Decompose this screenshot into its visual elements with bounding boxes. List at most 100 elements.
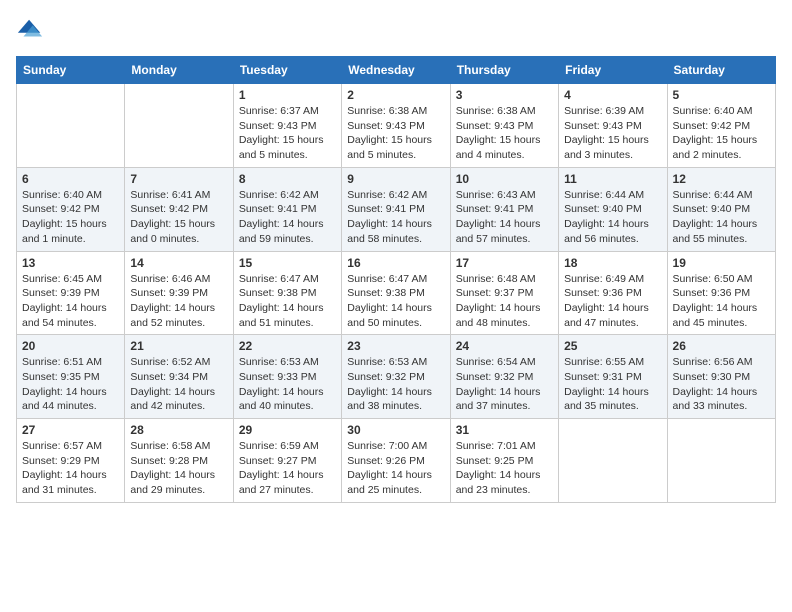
day-info: Sunrise: 6:40 AMSunset: 9:42 PMDaylight:… [673,104,770,163]
calendar-cell: 15Sunrise: 6:47 AMSunset: 9:38 PMDayligh… [233,251,341,335]
day-number: 24 [456,339,553,353]
calendar-cell: 21 Sunrise: 6:52 AMSunset: 9:34 PMDayligh… [125,335,233,419]
calendar-cell [125,84,233,168]
calendar-cell: 12 Sunrise: 6:44 AMSunset: 9:40 PMDayligh… [667,167,775,251]
day-number: 27 [22,423,119,437]
calendar-cell: 14Sunrise: 6:46 AMSunset: 9:39 PMDayligh… [125,251,233,335]
day-number: 4 [564,88,661,102]
day-info: Sunrise: 6:51 AMSunset: 9:35 PMDaylight:… [22,355,119,414]
day-info: Sunrise: 6:40 AMSunset: 9:42 PMDaylight:… [22,188,119,247]
weekday-header: Saturday [667,57,775,84]
calendar-cell: 8Sunrise: 6:42 AMSunset: 9:41 PMDaylight… [233,167,341,251]
weekday-header: Monday [125,57,233,84]
weekday-header: Friday [559,57,667,84]
logo [16,16,48,44]
day-number: 17 [456,256,553,270]
day-info: Sunrise: 6:44 AMSunset: 9:40 PMDaylight:… [564,188,661,247]
day-info: Sunrise: 6:47 AMSunset: 9:38 PMDaylight:… [347,272,444,331]
day-info: Sunrise: 6:59 AMSunset: 9:27 PMDaylight:… [239,439,336,498]
day-number: 14 [130,256,227,270]
day-info: Sunrise: 6:58 AMSunset: 9:28 PMDaylight:… [130,439,227,498]
day-info: Sunrise: 6:54 AMSunset: 9:32 PMDaylight:… [456,355,553,414]
day-info: Sunrise: 6:52 AMSunset: 9:34 PMDaylight:… [130,355,227,414]
calendar-week-row: 1 Sunrise: 6:37 AMSunset: 9:43 PMDaylight… [17,84,776,168]
calendar-cell: 22 Sunrise: 6:53 AMSunset: 9:33 PMDayligh… [233,335,341,419]
day-info: Sunrise: 6:56 AMSunset: 9:30 PMDaylight:… [673,355,770,414]
day-info: Sunrise: 6:43 AMSunset: 9:41 PMDaylight:… [456,188,553,247]
calendar-cell: 10 Sunrise: 6:43 AMSunset: 9:41 PMDayligh… [450,167,558,251]
calendar-cell: 25 Sunrise: 6:55 AMSunset: 9:31 PMDayligh… [559,335,667,419]
calendar-cell: 30Sunrise: 7:00 AMSunset: 9:26 PMDayligh… [342,419,450,503]
calendar-week-row: 6 Sunrise: 6:40 AMSunset: 9:42 PMDaylight… [17,167,776,251]
day-number: 26 [673,339,770,353]
calendar-cell: 19 Sunrise: 6:50 AMSunset: 9:36 PMDayligh… [667,251,775,335]
day-info: Sunrise: 7:01 AMSunset: 9:25 PMDaylight:… [456,439,553,498]
weekday-header: Tuesday [233,57,341,84]
logo-icon [16,16,44,44]
day-number: 10 [456,172,553,186]
day-number: 31 [456,423,553,437]
calendar-cell [667,419,775,503]
day-info: Sunrise: 6:38 AMSunset: 9:43 PMDaylight:… [347,104,444,163]
day-number: 23 [347,339,444,353]
day-info: Sunrise: 6:37 AMSunset: 9:43 PMDaylight:… [239,104,336,163]
calendar-cell: 4 Sunrise: 6:39 AMSunset: 9:43 PMDaylight… [559,84,667,168]
day-number: 15 [239,256,336,270]
day-info: Sunrise: 6:39 AMSunset: 9:43 PMDaylight:… [564,104,661,163]
day-number: 7 [130,172,227,186]
calendar-cell: 9 Sunrise: 6:42 AMSunset: 9:41 PMDaylight… [342,167,450,251]
day-number: 11 [564,172,661,186]
calendar-week-row: 20 Sunrise: 6:51 AMSunset: 9:35 PMDayligh… [17,335,776,419]
calendar-cell: 7 Sunrise: 6:41 AMSunset: 9:42 PMDaylight… [125,167,233,251]
day-info: Sunrise: 6:53 AMSunset: 9:33 PMDaylight:… [239,355,336,414]
day-info: Sunrise: 6:53 AMSunset: 9:32 PMDaylight:… [347,355,444,414]
calendar-cell: 6 Sunrise: 6:40 AMSunset: 9:42 PMDaylight… [17,167,125,251]
calendar-cell: 16 Sunrise: 6:47 AMSunset: 9:38 PMDayligh… [342,251,450,335]
calendar-cell: 24 Sunrise: 6:54 AMSunset: 9:32 PMDayligh… [450,335,558,419]
day-number: 12 [673,172,770,186]
day-info: Sunrise: 6:42 AMSunset: 9:41 PMDaylight:… [239,188,336,247]
calendar-cell: 20 Sunrise: 6:51 AMSunset: 9:35 PMDayligh… [17,335,125,419]
day-number: 19 [673,256,770,270]
day-number: 25 [564,339,661,353]
day-number: 20 [22,339,119,353]
calendar-cell: 5Sunrise: 6:40 AMSunset: 9:42 PMDaylight… [667,84,775,168]
calendar-cell: 29Sunrise: 6:59 AMSunset: 9:27 PMDayligh… [233,419,341,503]
day-number: 22 [239,339,336,353]
calendar-cell: 18 Sunrise: 6:49 AMSunset: 9:36 PMDayligh… [559,251,667,335]
calendar-cell [559,419,667,503]
day-info: Sunrise: 6:50 AMSunset: 9:36 PMDaylight:… [673,272,770,331]
calendar-cell: 2 Sunrise: 6:38 AMSunset: 9:43 PMDaylight… [342,84,450,168]
calendar-header-row: SundayMondayTuesdayWednesdayThursdayFrid… [17,57,776,84]
day-info: Sunrise: 6:55 AMSunset: 9:31 PMDaylight:… [564,355,661,414]
day-number: 6 [22,172,119,186]
day-number: 18 [564,256,661,270]
calendar-cell [17,84,125,168]
calendar-cell: 17Sunrise: 6:48 AMSunset: 9:37 PMDayligh… [450,251,558,335]
calendar-cell: 31 Sunrise: 7:01 AMSunset: 9:25 PMDayligh… [450,419,558,503]
day-number: 2 [347,88,444,102]
calendar-cell: 28 Sunrise: 6:58 AMSunset: 9:28 PMDayligh… [125,419,233,503]
day-number: 28 [130,423,227,437]
day-number: 16 [347,256,444,270]
calendar-cell: 27 Sunrise: 6:57 AMSunset: 9:29 PMDayligh… [17,419,125,503]
weekday-header: Wednesday [342,57,450,84]
day-number: 3 [456,88,553,102]
day-info: Sunrise: 6:45 AMSunset: 9:39 PMDaylight:… [22,272,119,331]
day-info: Sunrise: 6:49 AMSunset: 9:36 PMDaylight:… [564,272,661,331]
day-info: Sunrise: 6:42 AMSunset: 9:41 PMDaylight:… [347,188,444,247]
day-number: 21 [130,339,227,353]
day-info: Sunrise: 6:44 AMSunset: 9:40 PMDaylight:… [673,188,770,247]
calendar-week-row: 13 Sunrise: 6:45 AMSunset: 9:39 PMDayligh… [17,251,776,335]
day-number: 13 [22,256,119,270]
day-number: 1 [239,88,336,102]
calendar-cell: 11 Sunrise: 6:44 AMSunset: 9:40 PMDayligh… [559,167,667,251]
page-header [16,16,776,44]
day-number: 9 [347,172,444,186]
calendar-cell: 1 Sunrise: 6:37 AMSunset: 9:43 PMDaylight… [233,84,341,168]
calendar-cell: 13 Sunrise: 6:45 AMSunset: 9:39 PMDayligh… [17,251,125,335]
calendar-cell: 3Sunrise: 6:38 AMSunset: 9:43 PMDaylight… [450,84,558,168]
calendar-cell: 23 Sunrise: 6:53 AMSunset: 9:32 PMDayligh… [342,335,450,419]
day-info: Sunrise: 6:41 AMSunset: 9:42 PMDaylight:… [130,188,227,247]
day-info: Sunrise: 6:57 AMSunset: 9:29 PMDaylight:… [22,439,119,498]
